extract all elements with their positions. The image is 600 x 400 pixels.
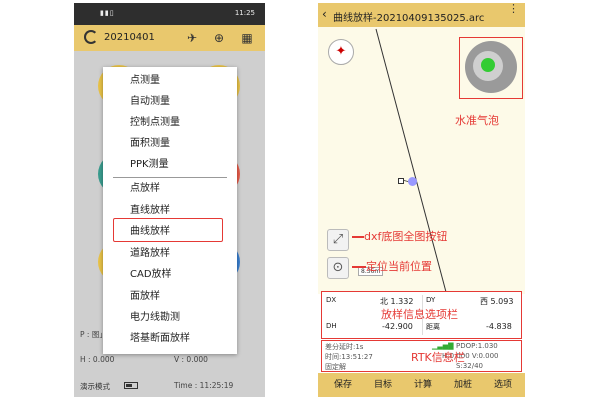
distance-label: 距离 xyxy=(426,323,440,331)
current-position-icon xyxy=(408,177,417,186)
dy-label: DY xyxy=(426,296,436,304)
menu-item-point-survey[interactable]: 点测量 xyxy=(103,71,237,91)
survey-menu-popup: 点测量 自动测量 控制点测量 面积测量 PPK测量 点放样 直线放样 曲线放样 … xyxy=(103,67,237,354)
rtk-time: 时间:13:51:27 xyxy=(325,353,373,361)
page-title: 曲线放样-20210409135025.arc xyxy=(333,13,485,24)
calculate-button[interactable]: 计算 xyxy=(408,377,438,393)
tripod-icon[interactable]: ⊕ xyxy=(211,30,227,46)
app-bar: ‹ 曲线放样-20210409135025.arc ⋮ xyxy=(318,3,525,27)
satellite-icon[interactable]: ✈ xyxy=(184,30,200,46)
selected-menu-highlight xyxy=(113,218,223,242)
time-readout: Time : 11:25:19 xyxy=(174,381,234,390)
annotation-stakeout-info: 放样信息选项栏 xyxy=(381,308,458,321)
menu-item-powerline-survey[interactable]: 电力线勘测 xyxy=(103,308,237,328)
annotation-arrow xyxy=(352,266,366,268)
dh-value: -42.900 xyxy=(382,322,413,331)
dial-icon[interactable] xyxy=(84,30,98,44)
signal-icons: ▮▮▯ xyxy=(100,9,115,17)
diff-delay: 差分延时:1s xyxy=(325,343,364,351)
dx-label: DX xyxy=(326,296,337,304)
back-arrow-icon[interactable]: ‹ xyxy=(322,7,327,21)
menu-item-ppk[interactable]: PPK测量 xyxy=(103,155,237,175)
h-value: H : 0.000 xyxy=(80,355,115,364)
menu-item-cad-stakeout[interactable]: CAD放样 xyxy=(103,265,237,285)
menu-item-area-survey[interactable]: 面积测量 xyxy=(103,134,237,154)
battery-icon xyxy=(124,382,138,389)
menu-divider xyxy=(113,177,227,178)
project-date: 20210401 xyxy=(104,32,155,43)
more-options-icon[interactable]: ⋮ xyxy=(508,3,519,14)
status-time: 11:25 xyxy=(234,9,255,17)
add-stake-button[interactable]: 加桩 xyxy=(448,377,478,393)
stake-point-icon xyxy=(398,178,404,184)
v-value: V : 0.000 xyxy=(174,355,208,364)
locate-icon[interactable]: ⊙ xyxy=(327,257,349,279)
options-button[interactable]: 选项 xyxy=(488,377,518,393)
menu-item-tower-section[interactable]: 塔基断面放样 xyxy=(103,329,237,349)
save-button[interactable]: 保存 xyxy=(328,377,358,393)
menu-item-surface-stakeout[interactable]: 面放样 xyxy=(103,287,237,307)
dy-value: 西 5.093 xyxy=(480,297,514,306)
demo-mode-label: 演示模式 xyxy=(80,382,110,391)
annotation-locate: 定位当前位置 xyxy=(366,260,432,273)
distance-value: -4.838 xyxy=(486,322,512,331)
menu-item-road-stakeout[interactable]: 道路放样 xyxy=(103,244,237,264)
menu-item-point-stakeout[interactable]: 点放样 xyxy=(103,179,237,199)
status-bar: ▮▮▯ 11:25 xyxy=(74,3,265,25)
map-canvas[interactable]: ✦ ⤢ ⊙ 8.36m xyxy=(318,27,525,294)
annotation-rtk-info: RTK信息栏 xyxy=(411,351,465,364)
bottom-toolbar: 保存 目标 计算 加桩 选项 xyxy=(318,373,525,397)
annotation-arrow xyxy=(352,236,364,238)
full-extent-icon[interactable]: ⤢ xyxy=(327,229,349,251)
device-icon[interactable]: ▦ xyxy=(239,30,255,46)
compass-icon[interactable]: ✦ xyxy=(328,39,354,65)
menu-item-control-point[interactable]: 控制点测量 xyxy=(103,113,237,133)
right-phone-screen: ‹ 曲线放样-20210409135025.arc ⋮ ✦ ⤢ ⊙ 8.36m … xyxy=(318,3,525,397)
annotation-dxf-button: dxf底图全图按钮 xyxy=(364,230,448,243)
app-bar: 20210401 ✈ ⊕ ▦ xyxy=(74,25,265,51)
dh-label: DH xyxy=(326,322,337,330)
annotation-level-bubble: 水准气泡 xyxy=(455,114,499,127)
level-highlight-box xyxy=(459,37,523,99)
solution-status: 固定解 xyxy=(325,363,346,371)
menu-item-auto-survey[interactable]: 自动测量 xyxy=(103,92,237,112)
target-button[interactable]: 目标 xyxy=(368,377,398,393)
